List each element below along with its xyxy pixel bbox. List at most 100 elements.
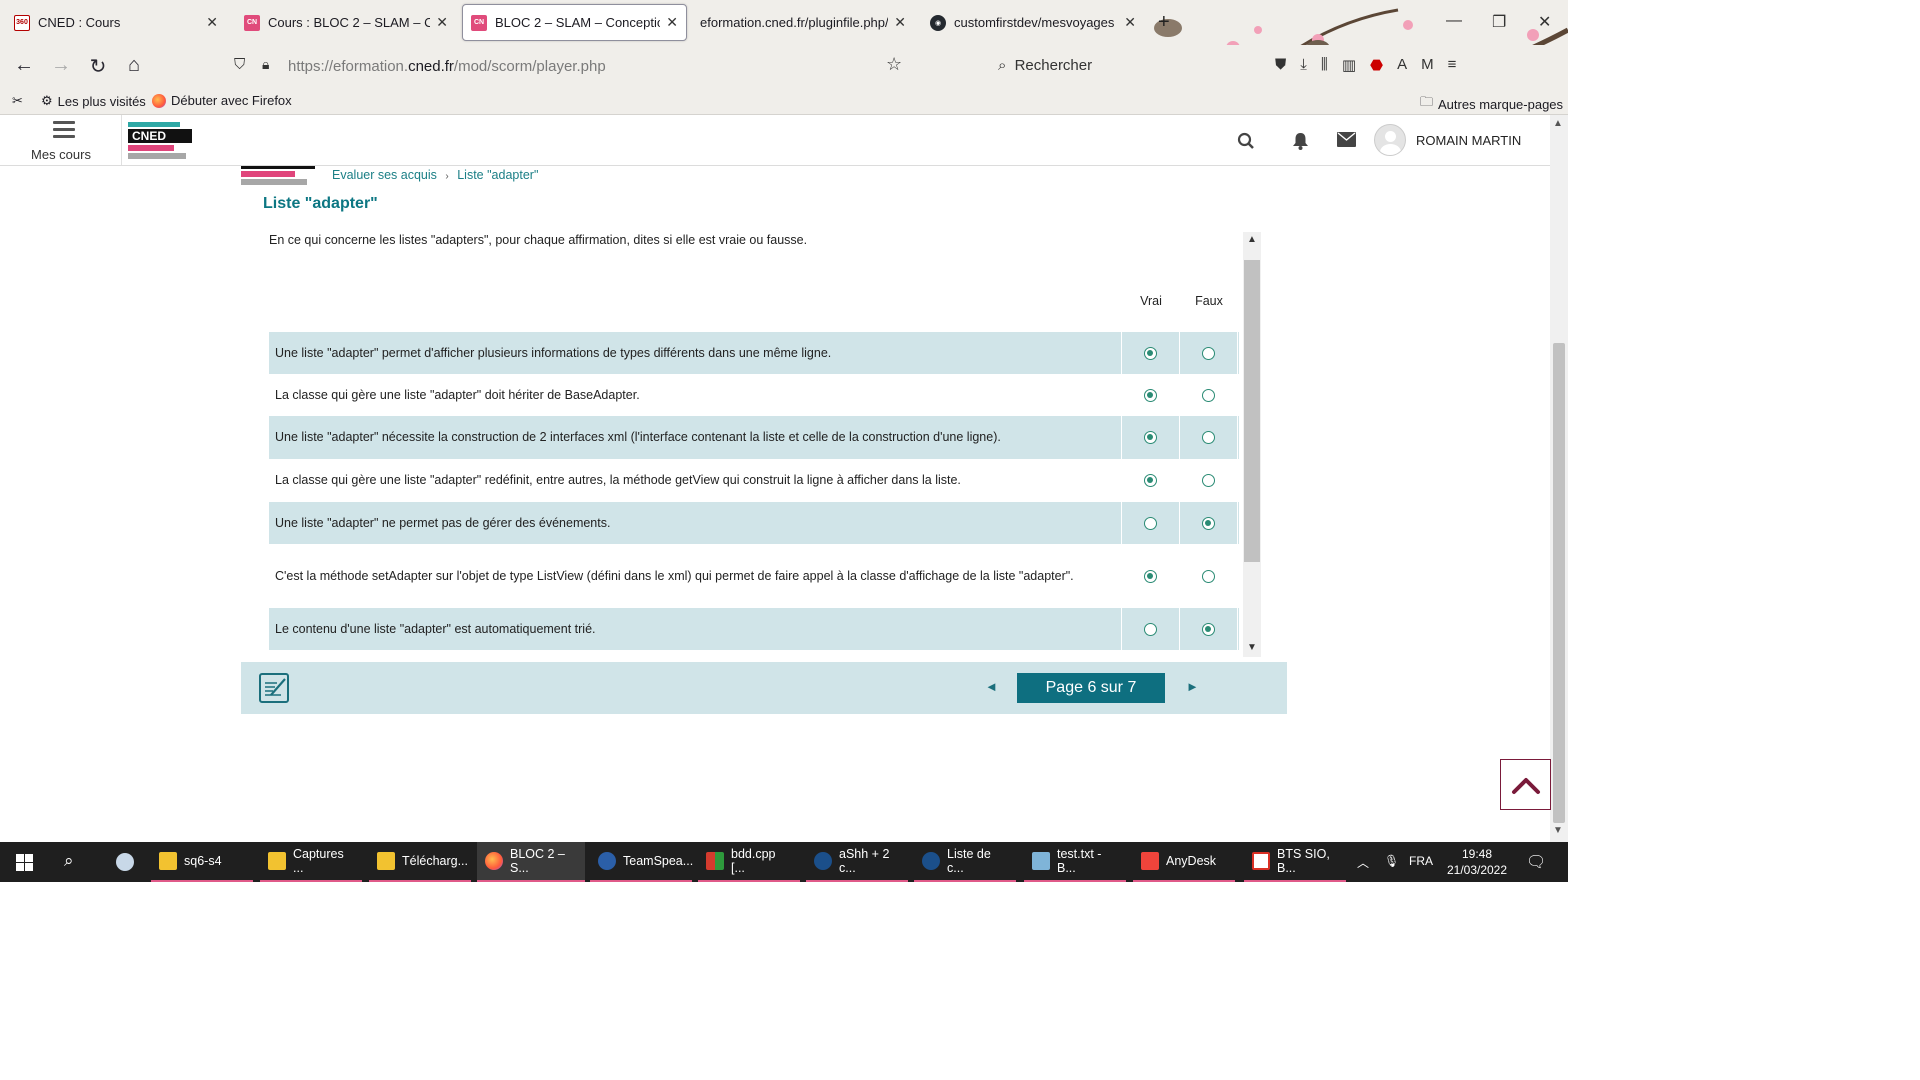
maximize-window-icon[interactable]: ❐ <box>1492 12 1506 32</box>
radio-vrai[interactable] <box>1144 431 1157 444</box>
radio-faux[interactable] <box>1202 516 1215 530</box>
forward-arrow-icon[interactable]: → <box>49 54 73 77</box>
scroll-down-arrow-icon[interactable]: ▼ <box>1553 825 1563 836</box>
taskbar-search-icon[interactable]: ⌕ <box>64 851 74 871</box>
other-bookmarks[interactable]: 🗀 Autres marque-pages <box>1420 93 1563 115</box>
taskbar-app[interactable]: sq6-s4 <box>151 842 253 882</box>
notes-edit-icon[interactable] <box>259 673 289 703</box>
taskbar-app[interactable]: AnyDesk <box>1133 842 1235 882</box>
search-icon[interactable] <box>1237 132 1255 155</box>
taskbar-app[interactable]: bdd.cpp [... <box>698 842 800 882</box>
tab-title: customfirstdev/mesvoyages <box>954 15 1115 30</box>
windows-start-icon[interactable] <box>16 854 33 871</box>
page-scrollbar-thumb[interactable] <box>1553 343 1565 823</box>
taskbar-app-snip[interactable] <box>108 842 142 882</box>
notifications-bell-icon[interactable] <box>1292 132 1309 155</box>
bookmark-star-icon[interactable]: ☆ <box>886 54 902 75</box>
tab-title: BLOC 2 – SLAM – Conception et <box>495 15 660 30</box>
close-tab-icon[interactable]: ✕ <box>436 14 448 31</box>
microphone-icon[interactable]: 🎙︎ <box>1384 854 1399 868</box>
radio-faux[interactable] <box>1202 431 1215 444</box>
back-to-top-button[interactable] <box>1500 759 1551 810</box>
back-arrow-icon[interactable]: ← <box>12 54 36 77</box>
close-tab-icon[interactable]: ✕ <box>1124 14 1136 31</box>
radio-vrai[interactable] <box>1144 516 1157 530</box>
extension-a-icon[interactable]: A <box>1397 56 1407 74</box>
language-indicator[interactable]: FRA <box>1409 854 1433 868</box>
new-tab-plus-icon[interactable]: + <box>1158 11 1170 34</box>
question-text: C'est la méthode setAdapter sur l'objet … <box>269 544 1122 608</box>
taskbar-app-label: sq6-s4 <box>184 854 222 868</box>
taskbar-app[interactable]: Télécharg... <box>369 842 471 882</box>
notification-center-icon[interactable]: 🗨︎ <box>1526 852 1546 872</box>
breadcrumb-link-current[interactable]: Liste "adapter" <box>457 168 538 182</box>
page-scrollbar[interactable]: ▲ ▼ <box>1550 115 1568 842</box>
messages-envelope-icon[interactable] <box>1337 132 1356 152</box>
taskbar-app-label: Télécharg... <box>402 854 469 868</box>
question-text: Une liste "adapter" permet d'afficher pl… <box>269 332 1122 374</box>
pdf-icon <box>1252 852 1270 870</box>
search-box[interactable]: ⌕ Rechercher <box>998 57 1092 74</box>
radio-faux[interactable] <box>1202 474 1215 487</box>
taskbar-app[interactable]: Liste de c... <box>914 842 1016 882</box>
question-text: La classe qui gère une liste "adapter" d… <box>269 374 1122 416</box>
close-window-icon[interactable]: ✕ <box>1538 12 1551 32</box>
previous-page-arrow-icon[interactable]: ◄ <box>985 679 998 694</box>
url-bar[interactable]: ⛉ 🔒︎ https://eformation.cned.fr/mod/scor… <box>228 50 918 82</box>
taskbar-app[interactable]: BTS SIO, B... <box>1244 842 1346 882</box>
taskbar-app[interactable]: TeamSpea... <box>590 842 693 882</box>
browser-tab-active[interactable]: CN BLOC 2 – SLAM – Conception et ✕ <box>462 4 687 41</box>
tray-chevron-up-icon[interactable]: ︿ <box>1357 854 1369 871</box>
bookmarks-bar: ✂ ⚙ Les plus visités Débuter avec Firefo… <box>0 87 1568 115</box>
pocket-icon[interactable]: ⛊ <box>1275 56 1286 74</box>
browser-tab[interactable]: CN Cours : BLOC 2 – SLAM – Conce ✕ <box>236 4 456 41</box>
radio-vrai[interactable] <box>1144 346 1157 360</box>
radio-faux[interactable] <box>1202 569 1215 583</box>
scroll-down-arrow-icon[interactable]: ▼ <box>1247 642 1257 653</box>
quiz-scrollbar-thumb[interactable] <box>1244 260 1260 562</box>
sidebar-icon[interactable]: ▥ <box>1342 56 1356 74</box>
radio-vrai[interactable] <box>1144 569 1157 583</box>
taskbar-app-active[interactable]: BLOC 2 – S... <box>477 842 585 882</box>
menu-hamburger-icon[interactable]: ≡ <box>1448 56 1457 74</box>
next-page-arrow-icon[interactable]: ► <box>1186 679 1199 694</box>
radio-faux[interactable] <box>1202 622 1215 636</box>
taskbar-clock[interactable]: 19:48 21/03/2022 <box>1434 846 1520 878</box>
scroll-up-arrow-icon[interactable]: ▲ <box>1553 118 1563 129</box>
browser-tab[interactable]: eformation.cned.fr/pluginfile.php/1 ✕ <box>692 4 914 41</box>
home-icon[interactable]: ⌂ <box>122 54 146 77</box>
tracking-shield-icon[interactable]: ⛉ <box>234 56 245 73</box>
radio-vrai[interactable] <box>1144 388 1157 402</box>
user-name: ROMAIN MARTIN <box>1416 132 1522 148</box>
browser-tab[interactable]: 360 CNED : Cours ✕ <box>6 4 226 41</box>
quiz-scrollbar[interactable]: ▲ ▼ <box>1243 232 1261 657</box>
bookmark-firefox-start[interactable]: Débuter avec Firefox <box>152 93 292 108</box>
close-tab-icon[interactable]: ✕ <box>206 14 218 31</box>
downloads-icon[interactable]: ⤓ <box>1300 56 1307 74</box>
close-tab-icon[interactable]: ✕ <box>666 14 678 31</box>
padlock-icon[interactable]: 🔒︎ <box>262 56 269 73</box>
taskbar-app[interactable]: aShh + 2 c... <box>806 842 908 882</box>
close-tab-icon[interactable]: ✕ <box>894 14 906 31</box>
reload-icon[interactable]: ↻ <box>86 54 110 79</box>
radio-vrai[interactable] <box>1144 474 1157 487</box>
radio-vrai[interactable] <box>1144 622 1157 636</box>
library-icon[interactable]: ⫼ <box>1321 56 1328 74</box>
question-row: C'est la méthode setAdapter sur l'objet … <box>269 544 1239 608</box>
scroll-up-arrow-icon[interactable]: ▲ <box>1247 234 1257 245</box>
bookmark-toolbar-icon[interactable]: ✂ <box>12 93 23 109</box>
cned-logo[interactable]: CNED <box>128 122 192 160</box>
extension-m-icon[interactable]: M <box>1421 56 1434 74</box>
bookmark-most-visited[interactable]: ⚙ Les plus visités <box>41 93 146 109</box>
taskbar-app[interactable]: Captures ... <box>260 842 362 882</box>
minimize-window-icon[interactable]: — <box>1446 12 1462 30</box>
breadcrumb-link-evaluer[interactable]: Evaluer ses acquis <box>332 168 437 182</box>
radio-faux[interactable] <box>1202 346 1215 360</box>
adblock-icon[interactable]: ⬣ <box>1370 56 1383 74</box>
mes-cours-menu-button[interactable]: Mes cours <box>0 115 122 165</box>
taskbar-app[interactable]: test.txt - B... <box>1024 842 1126 882</box>
url-text[interactable]: https://eformation.cned.fr/mod/scorm/pla… <box>288 58 606 75</box>
user-menu[interactable]: ROMAIN MARTIN <box>1374 124 1521 156</box>
radio-faux[interactable] <box>1202 388 1215 402</box>
browser-tab[interactable]: ◉ customfirstdev/mesvoyages ✕ <box>922 4 1144 41</box>
